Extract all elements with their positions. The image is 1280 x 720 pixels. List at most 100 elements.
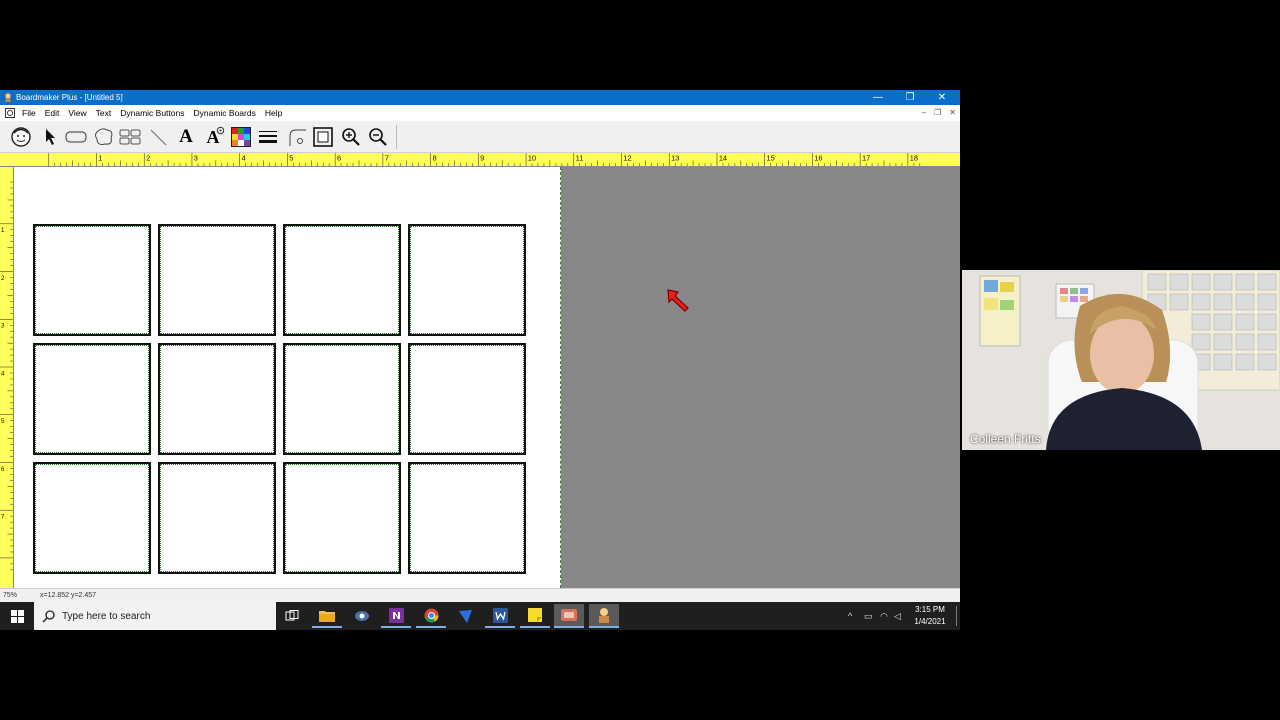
board-cell[interactable] [408,462,526,574]
taskbar-sticky-notes[interactable] [520,604,550,628]
board-cell[interactable] [33,343,151,455]
menu-dynamic-boards[interactable]: Dynamic Boards [193,105,255,121]
zoom-level: 75% [3,592,18,599]
board-cell[interactable] [283,462,401,574]
menu-text[interactable]: Text [96,105,112,121]
restore-button[interactable]: ❐ [894,90,926,105]
freeform-shape-icon [95,128,113,145]
corner-tool[interactable] [285,125,309,149]
clock-date: 1/4/2021 [914,617,946,626]
document-close-button[interactable]: ✕ [949,105,956,121]
taskbar-camera-app[interactable] [554,604,584,628]
button-tool[interactable] [64,125,88,149]
drawing-canvas[interactable] [14,167,960,588]
ruler-label: 16 [814,153,822,162]
taskbar-vpn[interactable] [450,604,480,628]
ruler-label: 5 [1,418,5,425]
zoom-out-tool[interactable] [366,125,390,149]
board-cell[interactable] [283,224,401,336]
taskbar-onenote[interactable] [381,604,411,628]
battery-icon[interactable]: ▭ [864,611,873,622]
ruler-label: 7 [385,153,389,162]
menu-bar: File Edit View Text Dynamic Buttons Dyna… [0,105,960,121]
clock-time: 3:15 PM [915,605,945,614]
board-cell[interactable] [33,462,151,574]
volume-icon[interactable]: ◁ [894,611,901,622]
zoom-out-icon [369,128,387,146]
toolbar: A A [0,121,960,153]
sticky-notes-icon [528,608,542,622]
board-cell[interactable] [158,224,276,336]
boardmaker-taskbar-icon [599,608,609,623]
task-view-button[interactable] [277,604,307,628]
ruler-label: 15 [767,153,775,162]
line-thickness-tool[interactable] [256,125,280,149]
board-cell[interactable] [408,224,526,336]
menu-dynamic-buttons[interactable]: Dynamic Buttons [120,105,184,121]
wifi-icon[interactable]: ◠ [880,611,888,622]
text-tool[interactable]: A [174,125,198,149]
line-thickness-icon [259,131,277,143]
menu-view[interactable]: View [68,105,86,121]
close-button[interactable]: ✕ [926,90,958,105]
taskbar-boardmaker[interactable] [589,604,619,628]
ruler-label: 2 [146,153,150,162]
color-tool[interactable] [229,125,253,149]
ruler-label: 14 [719,153,727,162]
board-cell[interactable] [408,343,526,455]
webcam-scene [962,270,1280,450]
grid-tool[interactable] [118,125,142,149]
title-bar[interactable]: Boardmaker Plus - [Untitled 5] — ❐ ✕ [0,90,960,105]
screen: Boardmaker Plus - [Untitled 5] — ❐ ✕ Fil… [0,0,1280,720]
toolbar-divider [396,125,397,149]
cursor-arrow-icon [667,289,689,312]
diagonal-line-icon [150,129,167,146]
taskbar-clock[interactable]: 3:15 PM 1/4/2021 [910,604,950,628]
zoom-in-tool[interactable] [339,125,363,149]
ruler-label: 7 [1,514,5,521]
document-restore-button[interactable]: ❐ [934,105,941,121]
ruler-label: 17 [862,153,870,162]
page-area[interactable] [14,167,561,588]
border-icon [313,127,333,147]
minimize-button[interactable]: — [862,90,894,105]
taskbar-word[interactable] [485,604,515,628]
freeform-tool[interactable] [92,125,116,149]
rounded-rectangle-icon [65,131,87,143]
pointer-tool[interactable] [38,125,62,149]
border-tool[interactable] [311,125,335,149]
windows-taskbar: Type here to search ^ ▭ ◠ ◁ 3:15 PM 1/4/… [0,602,960,630]
show-desktop-button[interactable] [956,606,957,626]
status-bar: 75% x=12.852 y=2.457 [0,588,960,602]
window-title: Boardmaker Plus - [Untitled 5] [16,93,123,102]
camera-app-icon [561,609,577,621]
menu-help[interactable]: Help [265,105,282,121]
boardmaker-app-icon [5,93,11,102]
text-format-tool[interactable]: A [201,125,225,149]
chrome-icon [424,608,438,622]
ruler-label: 4 [242,153,246,162]
webcam-video: Colleen Fritts [962,270,1280,450]
taskbar-file-explorer[interactable] [312,604,342,628]
taskbar-search-box[interactable]: Type here to search [34,602,276,630]
board-cell[interactable] [33,224,151,336]
board-cell[interactable] [158,462,276,574]
line-tool[interactable] [146,125,170,149]
menu-file[interactable]: File [22,105,36,121]
board-cell[interactable] [283,343,401,455]
taskbar-chrome[interactable] [416,604,446,628]
tray-chevron-icon[interactable]: ^ [848,611,852,621]
document-icon[interactable] [5,108,15,118]
document-minimize-button[interactable]: – [922,105,926,121]
word-icon [492,607,508,623]
ruler-label: 1 [1,227,5,234]
onenote-icon [388,607,404,623]
board-cell[interactable] [158,343,276,455]
menu-edit[interactable]: Edit [45,105,60,121]
cursor-coordinates: x=12.852 y=2.457 [40,592,97,599]
start-button[interactable] [0,602,34,630]
taskbar-snipping-tool[interactable] [347,604,377,628]
symbol-finder-tool[interactable] [9,125,33,149]
ruler-label: 1 [98,153,102,162]
boardmaker-window: Boardmaker Plus - [Untitled 5] — ❐ ✕ Fil… [0,90,960,602]
